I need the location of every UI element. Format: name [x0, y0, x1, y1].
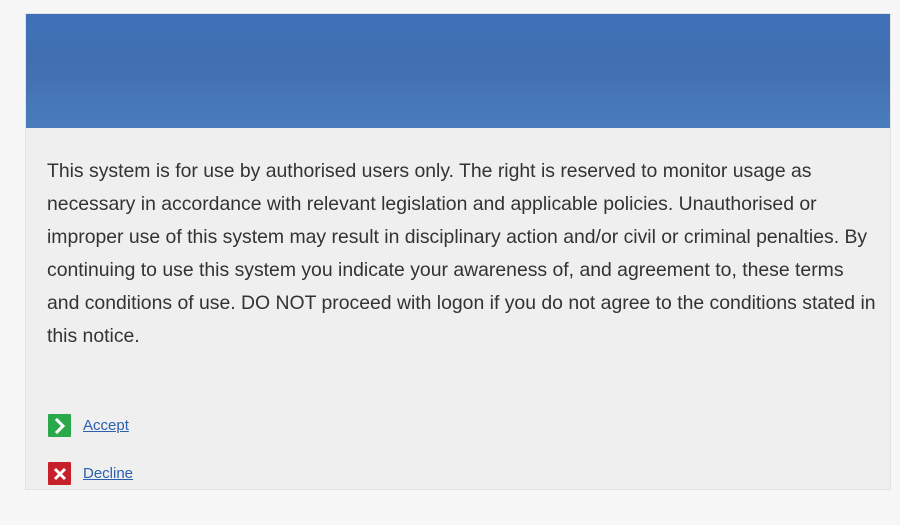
accept-link[interactable]: Accept — [83, 417, 129, 434]
chevron-right-icon[interactable] — [48, 414, 71, 437]
decline-button[interactable]: Decline — [48, 462, 133, 485]
logon-notice-page: This system is for use by authorised use… — [0, 0, 900, 525]
notice-text: This system is for use by authorised use… — [47, 160, 876, 347]
decline-link[interactable]: Decline — [83, 465, 133, 482]
notice-panel: This system is for use by authorised use… — [25, 13, 891, 490]
header-banner — [26, 14, 890, 128]
close-icon[interactable] — [48, 462, 71, 485]
accept-button[interactable]: Accept — [48, 414, 129, 437]
